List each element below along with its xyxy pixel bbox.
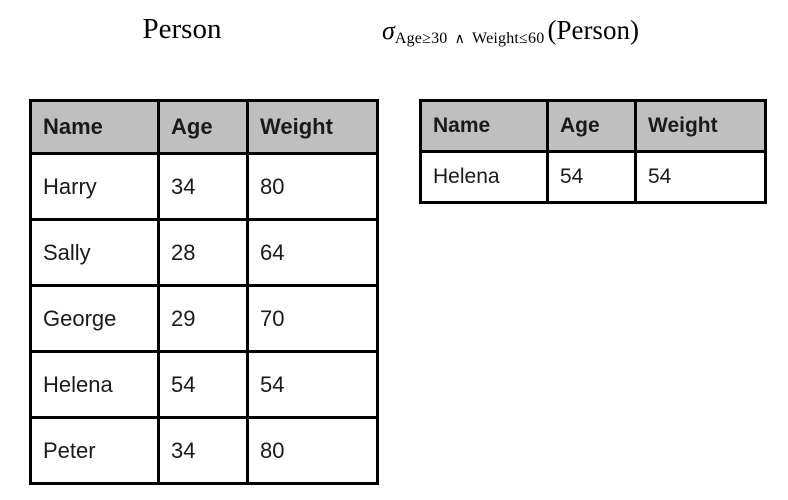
condition-left: Age≥30 xyxy=(394,30,448,47)
cell-weight: 54 xyxy=(246,350,379,419)
cell-name: Helena xyxy=(29,350,160,419)
cell-name: Harry xyxy=(29,152,160,221)
cell-age: 34 xyxy=(157,152,249,221)
column-header-name: Name xyxy=(29,99,160,155)
person-table: Name Age Weight Harry 34 80 Sally 28 64 … xyxy=(29,99,379,485)
column-header-weight: Weight xyxy=(246,99,379,155)
condition-right: Weight≤60 xyxy=(472,30,545,47)
cell-name: Helena xyxy=(419,150,549,204)
cell-weight: 80 xyxy=(246,416,379,485)
sigma-operator-symbol: σ xyxy=(382,16,395,45)
selection-argument: (Person) xyxy=(547,15,639,45)
selection-table-header: Name Age Weight xyxy=(419,99,767,153)
cell-name: Sally xyxy=(29,218,160,287)
conjunction-symbol: ∧ xyxy=(454,32,466,47)
cell-age: 29 xyxy=(157,284,249,353)
table-row: George 29 70 xyxy=(29,284,379,353)
cell-weight: 80 xyxy=(246,152,379,221)
column-header-name: Name xyxy=(419,99,549,153)
selection-condition: Age≥30 ∧ Weight≤60 xyxy=(395,22,545,57)
cell-age: 54 xyxy=(546,150,637,204)
selection-result-table: Name Age Weight Helena 54 54 xyxy=(419,99,767,204)
column-header-age: Age xyxy=(546,99,637,153)
table-row: Peter 34 80 xyxy=(29,416,379,485)
person-table-body: Harry 34 80 Sally 28 64 George 29 70 Hel… xyxy=(29,152,379,485)
cell-name: George xyxy=(29,284,160,353)
selection-table-body: Helena 54 54 xyxy=(419,150,767,204)
cell-age: 34 xyxy=(157,416,249,485)
table-row: Sally 28 64 xyxy=(29,218,379,287)
person-table-header: Name Age Weight xyxy=(29,99,379,155)
cell-weight: 64 xyxy=(246,218,379,287)
cell-name: Peter xyxy=(29,416,160,485)
table-header-row: Name Age Weight xyxy=(419,99,767,153)
column-header-age: Age xyxy=(157,99,249,155)
table-header-row: Name Age Weight xyxy=(29,99,379,155)
table-row: Helena 54 54 xyxy=(419,150,767,204)
cell-weight: 54 xyxy=(634,150,767,204)
selection-expression-caption: σ Age≥30 ∧ Weight≤60 (Person) xyxy=(382,13,639,53)
cell-age: 28 xyxy=(157,218,249,287)
column-header-weight: Weight xyxy=(634,99,767,153)
table-row: Helena 54 54 xyxy=(29,350,379,419)
left-table-caption: Person xyxy=(142,13,222,45)
cell-weight: 70 xyxy=(246,284,379,353)
table-row: Harry 34 80 xyxy=(29,152,379,221)
cell-age: 54 xyxy=(157,350,249,419)
